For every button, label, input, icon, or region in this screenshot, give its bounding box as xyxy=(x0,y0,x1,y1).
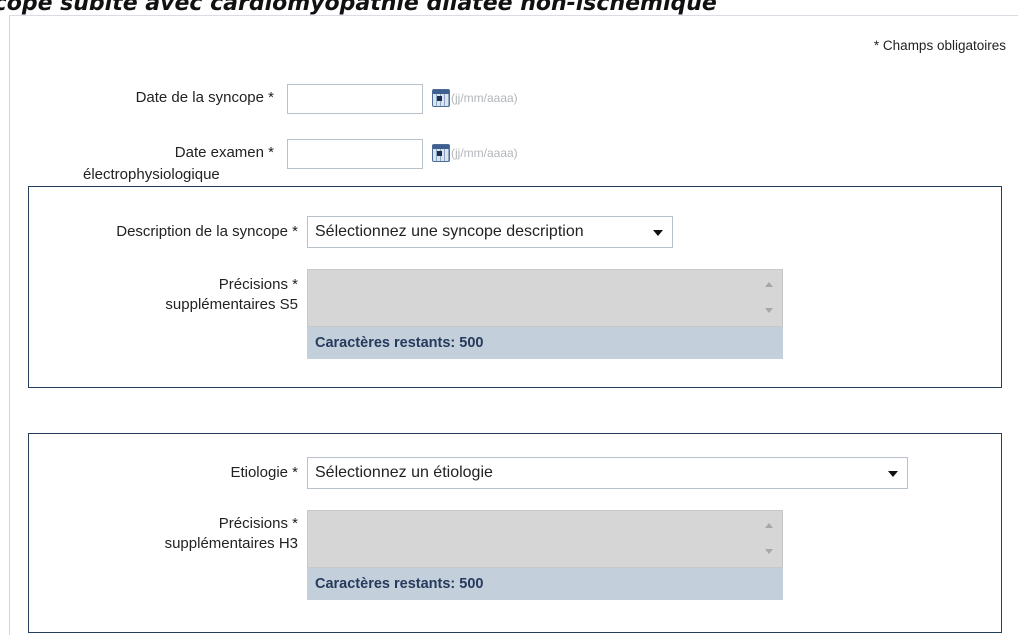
date-syncope-input[interactable] xyxy=(287,84,423,114)
etiology-details-label-line1: Précisions * xyxy=(218,515,298,532)
description-label: Description de la syncope * xyxy=(116,223,298,240)
date-exam-format-hint: (jj/mm/aaaa) xyxy=(451,146,518,160)
chevron-down-icon xyxy=(653,230,663,236)
calendar-icon[interactable] xyxy=(432,144,450,162)
etiology-details-textarea[interactable] xyxy=(307,510,783,568)
calendar-day-marker xyxy=(437,151,442,156)
etiology-details-label-line2: supplémentaires H3 xyxy=(164,535,298,552)
description-details-label-line2: supplémentaires S5 xyxy=(165,296,298,313)
etiology-selected-value: Sélectionnez un étiologie xyxy=(315,464,493,481)
syncope-description-select[interactable]: Sélectionnez une syncope description xyxy=(307,216,673,248)
date-syncope-label-text: Date de la syncope * xyxy=(135,89,274,106)
description-details-label-line1: Précisions * xyxy=(218,276,298,293)
date-syncope-format-hint: (jj/mm/aaaa) xyxy=(451,91,518,105)
scroll-down-icon[interactable] xyxy=(765,549,773,554)
page-title: ncope subite avec cardiomyopathie dilaté… xyxy=(0,0,717,16)
date-exam-label-line1: Date examen * xyxy=(174,144,274,161)
date-exam-label: Date examen * xyxy=(60,143,274,163)
scroll-up-icon[interactable] xyxy=(765,523,773,528)
etiology-label: Etiologie * xyxy=(230,464,298,481)
description-char-counter: Caractères restants: 500 xyxy=(307,327,783,359)
calendar-icon[interactable] xyxy=(432,89,450,107)
etiology-char-counter: Caractères restants: 500 xyxy=(307,568,783,600)
syncope-description-selected-value: Sélectionnez une syncope description xyxy=(315,223,584,240)
scroll-up-icon[interactable] xyxy=(765,282,773,287)
etiology-details-label: Précisions * supplémentaires H3 xyxy=(100,514,298,554)
date-exam-input[interactable] xyxy=(287,139,423,169)
date-exam-label-line2: électrophysiologique xyxy=(83,166,220,183)
scroll-down-icon[interactable] xyxy=(765,308,773,313)
description-details-textarea[interactable] xyxy=(307,269,783,327)
date-syncope-label: Date de la syncope * xyxy=(70,88,274,108)
calendar-day-marker xyxy=(437,96,442,101)
chevron-down-icon xyxy=(888,471,898,477)
description-details-label: Précisions * supplémentaires S5 xyxy=(100,275,298,315)
required-fields-note: * Champs obligatoires xyxy=(873,38,1006,53)
etiology-select[interactable]: Sélectionnez un étiologie xyxy=(307,457,908,489)
